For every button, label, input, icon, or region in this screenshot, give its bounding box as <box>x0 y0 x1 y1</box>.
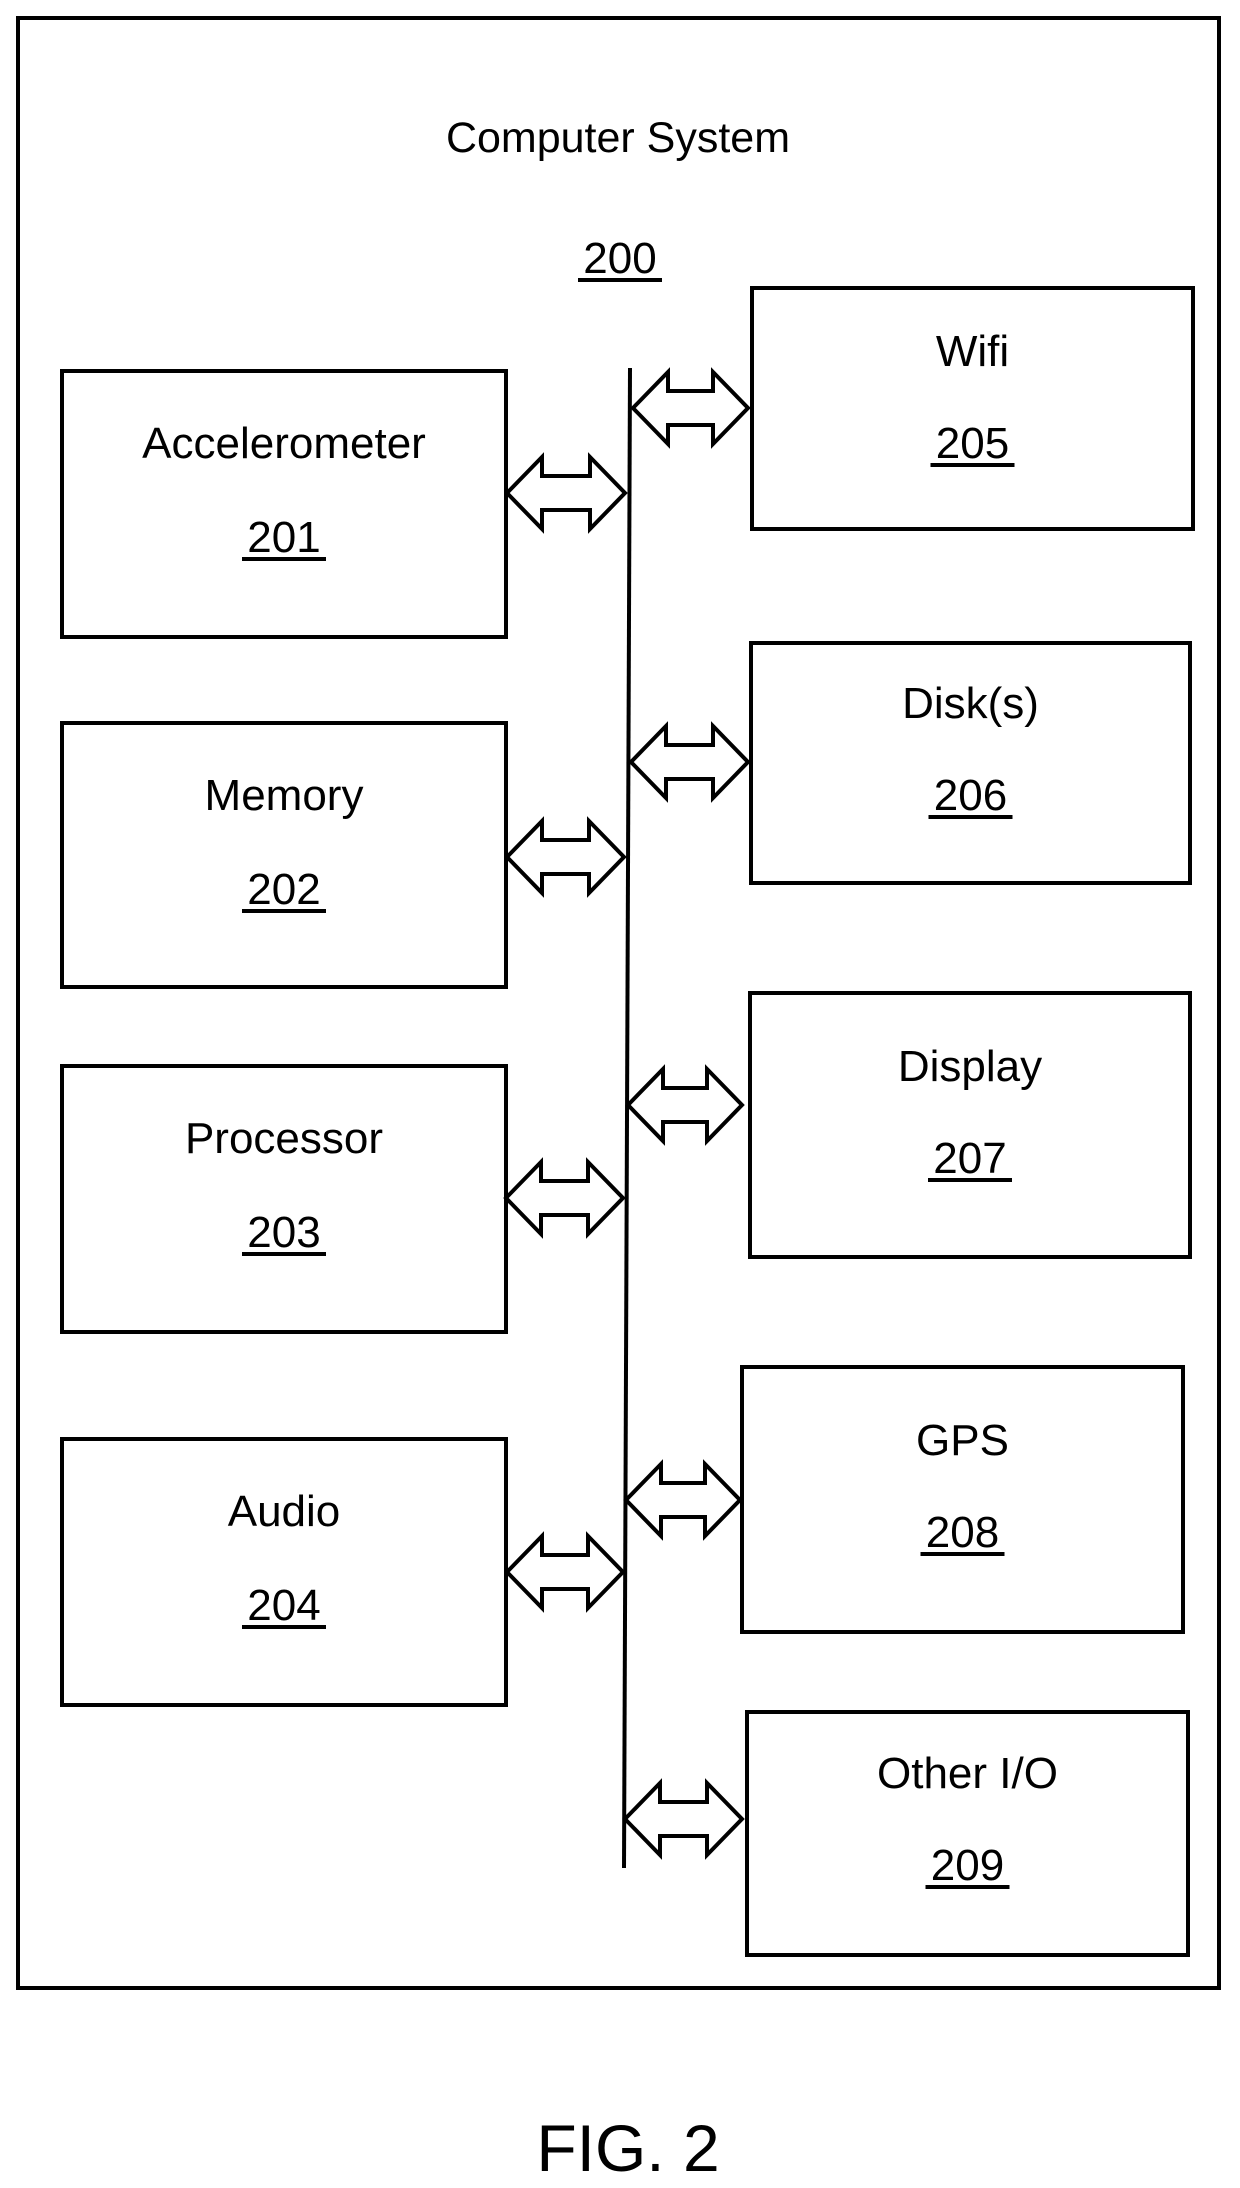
component-processor: Processor 203 <box>60 1064 508 1334</box>
component-box-memory <box>60 721 508 989</box>
diagram-ref-number: 200 <box>583 234 656 283</box>
component-label: Disk(s) <box>902 679 1039 728</box>
component-label: GPS <box>916 1416 1009 1465</box>
component-ref-number: 202 <box>247 865 320 914</box>
component-ref-number: 207 <box>933 1134 1006 1183</box>
component-accelerometer: Accelerometer 201 <box>60 369 508 639</box>
component-box-audio <box>60 1437 508 1707</box>
component-ref-number: 209 <box>931 1841 1004 1890</box>
component-ref-number: 205 <box>936 419 1009 468</box>
component-other-io: Other I/O 209 <box>745 1710 1190 1957</box>
component-display: Display 207 <box>748 991 1192 1259</box>
component-label: Wifi <box>936 327 1009 376</box>
component-wifi: Wifi 205 <box>750 286 1195 531</box>
component-ref-number: 204 <box>247 1581 320 1630</box>
component-gps: GPS 208 <box>740 1365 1185 1634</box>
component-box-gps <box>740 1365 1185 1634</box>
component-label: Audio <box>228 1487 341 1536</box>
component-ref-number: 203 <box>247 1208 320 1257</box>
figure-caption: FIG. 2 <box>536 2111 719 2185</box>
component-box-wifi <box>750 286 1195 531</box>
component-memory: Memory 202 <box>60 721 508 989</box>
component-label: Memory <box>205 771 364 820</box>
component-label: Accelerometer <box>142 419 426 468</box>
component-disks: Disk(s) 206 <box>749 641 1192 885</box>
component-ref-number: 208 <box>926 1508 999 1557</box>
component-box-processor <box>60 1064 508 1334</box>
component-box-accelerometer <box>60 369 508 639</box>
component-label: Processor <box>185 1114 383 1163</box>
component-label: Display <box>898 1042 1042 1091</box>
component-label: Other I/O <box>877 1749 1058 1798</box>
diagram-title: Computer System <box>446 114 790 162</box>
component-ref-number: 201 <box>247 513 320 562</box>
computer-system-diagram: Computer System 200 Accelerometer 201 Memo… <box>16 16 1221 2185</box>
component-ref-number: 206 <box>934 771 1007 820</box>
component-box-display <box>748 991 1192 1259</box>
component-audio: Audio 204 <box>60 1437 508 1707</box>
